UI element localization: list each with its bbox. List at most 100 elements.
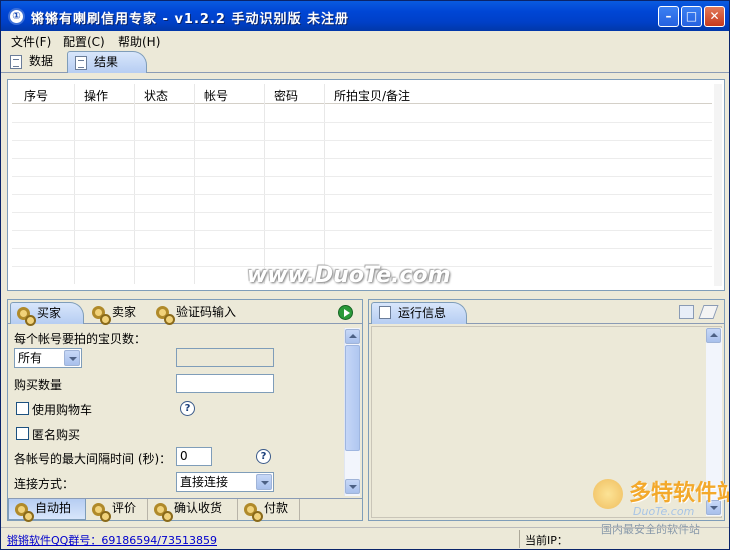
- column-header-password[interactable]: 密码: [274, 87, 298, 104]
- document-icon: [75, 56, 87, 70]
- gear-icon: [92, 503, 111, 522]
- scroll-up-button[interactable]: [706, 328, 721, 343]
- tab-confirm-receipt[interactable]: 确认收货: [148, 499, 238, 522]
- close-button[interactable]: ✕: [704, 6, 725, 27]
- table-row: [12, 158, 712, 159]
- settings-tab-strip: 买家 卖家 验证码输入: [8, 300, 362, 326]
- tab-seller[interactable]: 卖家: [86, 302, 148, 325]
- table-row: [12, 140, 712, 141]
- results-table[interactable]: 序号 操作 状态 帐号 密码 所拍宝贝/备注: [7, 79, 725, 291]
- menu-help[interactable]: 帮助(H): [118, 33, 160, 50]
- buy-quantity-input[interactable]: [176, 374, 274, 393]
- table-row: [12, 176, 712, 177]
- help-icon[interactable]: ?: [180, 401, 195, 416]
- connection-mode-value: 直接连接: [180, 475, 229, 489]
- scroll-up-button[interactable]: [345, 329, 360, 344]
- column-header-action[interactable]: 操作: [84, 87, 108, 104]
- buyer-form: 每个帐号要拍的宝贝数： 所有 购买数量 使用购物车 ? 匿名购买 各帐号的最大间…: [8, 326, 362, 496]
- anonymous-label: 匿名购买: [32, 428, 81, 442]
- table-row: [12, 194, 712, 195]
- tab-buyer-label: 买家: [37, 306, 62, 320]
- column-divider: [134, 84, 135, 284]
- tab-data-label: 数据: [29, 54, 54, 68]
- anonymous-checkbox[interactable]: [16, 427, 29, 440]
- current-ip-label: 当前IP：: [525, 534, 568, 547]
- menu-file[interactable]: 文件(F): [11, 33, 51, 50]
- tab-auto-buy[interactable]: 自动拍: [8, 499, 86, 522]
- items-count-input: [176, 348, 274, 367]
- gear-icon: [92, 306, 111, 325]
- brand-name: 多特软件站: [629, 481, 730, 506]
- menu-config[interactable]: 配置(C): [63, 33, 105, 50]
- maximize-button[interactable]: □: [681, 6, 702, 27]
- watermark-text: www.DuoTe.com: [247, 263, 451, 288]
- help-icon[interactable]: ?: [256, 449, 271, 464]
- window-title: 锵锵有喇刷信用专家 - v1.2.2 手动识别版 未注册: [31, 12, 349, 27]
- title-bar[interactable]: ① 锵锵有喇刷信用专家 - v1.2.2 手动识别版 未注册 – □ ✕: [1, 1, 729, 31]
- tab-run-info[interactable]: 运行信息: [371, 302, 467, 324]
- buy-quantity-label: 购买数量: [14, 378, 63, 392]
- tab-review[interactable]: 评价: [86, 499, 148, 522]
- column-divider: [74, 84, 75, 284]
- mascot-icon: [593, 479, 623, 509]
- tab-payment-label: 付款: [264, 501, 289, 515]
- column-header-account[interactable]: 帐号: [204, 87, 228, 104]
- minimize-button[interactable]: –: [658, 6, 679, 27]
- run-info-title: 运行信息: [398, 306, 447, 320]
- status-bar: 锵锵软件QQ群号：69186594/73513859 当前IP：: [1, 527, 729, 549]
- connection-mode-select[interactable]: 直接连接: [176, 472, 274, 492]
- use-cart-checkbox[interactable]: [16, 402, 29, 415]
- document-icon: [379, 306, 391, 319]
- column-divider: [194, 84, 195, 284]
- scroll-thumb[interactable]: [345, 345, 360, 451]
- action-tab-strip: 自动拍 评价 确认收货 付款: [8, 498, 362, 522]
- items-count-select-value: 所有: [18, 351, 43, 365]
- chevron-down-icon: [256, 474, 272, 490]
- app-window: ① 锵锵有喇刷信用专家 - v1.2.2 手动识别版 未注册 – □ ✕ 文件(…: [0, 0, 730, 550]
- tab-auto-buy-label: 自动拍: [35, 501, 72, 515]
- items-count-select[interactable]: 所有: [14, 348, 82, 368]
- qq-group-link[interactable]: 锵锵软件QQ群号：69186594/73513859: [7, 532, 217, 548]
- gear-icon: [244, 503, 263, 522]
- gear-icon: [156, 306, 175, 325]
- settings-scrollbar[interactable]: [344, 328, 360, 496]
- column-divider: [264, 84, 265, 284]
- tab-results[interactable]: 结果: [67, 51, 147, 73]
- tab-payment[interactable]: 付款: [238, 499, 300, 522]
- gear-icon: [17, 307, 36, 326]
- column-divider: [324, 84, 325, 284]
- table-row: [12, 230, 712, 231]
- app-logo-icon: ①: [8, 8, 25, 25]
- gear-icon: [154, 503, 173, 522]
- menu-bar: 文件(F) 配置(C) 帮助(H): [1, 31, 729, 51]
- run-info-header: 运行信息: [369, 300, 724, 324]
- start-button[interactable]: [338, 305, 353, 320]
- document-icon: [10, 55, 22, 69]
- tab-review-label: 评价: [112, 501, 137, 515]
- column-header-item-note[interactable]: 所拍宝贝/备注: [334, 87, 410, 104]
- chevron-down-icon: [64, 350, 80, 366]
- interval-label: 各帐号的最大间隔时间 (秒)：: [14, 452, 172, 466]
- table-row: [12, 122, 712, 123]
- table-row: [12, 248, 712, 249]
- buyer-settings-panel: 买家 卖家 验证码输入 每个帐号要拍的宝贝数： 所有 购买数量 使用购物车 ? …: [7, 299, 363, 522]
- tab-data[interactable]: 数据: [3, 51, 65, 73]
- tab-captcha-label: 验证码输入: [176, 305, 237, 319]
- tab-results-label: 结果: [94, 55, 119, 69]
- results-table-header: 序号 操作 状态 帐号 密码 所拍宝贝/备注: [12, 84, 712, 104]
- interval-input[interactable]: 0: [176, 447, 212, 466]
- use-cart-label: 使用购物车: [32, 403, 93, 417]
- results-scrollbar[interactable]: [714, 84, 722, 286]
- status-divider: [519, 530, 520, 548]
- connection-mode-label: 连接方式：: [14, 477, 75, 491]
- tab-seller-label: 卖家: [112, 305, 137, 319]
- column-header-status[interactable]: 状态: [144, 87, 168, 104]
- eraser-icon[interactable]: [698, 305, 719, 319]
- scroll-down-button[interactable]: [345, 479, 360, 494]
- table-row: [12, 212, 712, 213]
- items-per-account-label: 每个帐号要拍的宝贝数：: [14, 332, 147, 346]
- no-log-icon[interactable]: [679, 305, 694, 319]
- tab-buyer[interactable]: 买家: [10, 302, 84, 326]
- tab-captcha-input[interactable]: 验证码输入: [150, 302, 254, 325]
- column-header-index[interactable]: 序号: [24, 87, 48, 104]
